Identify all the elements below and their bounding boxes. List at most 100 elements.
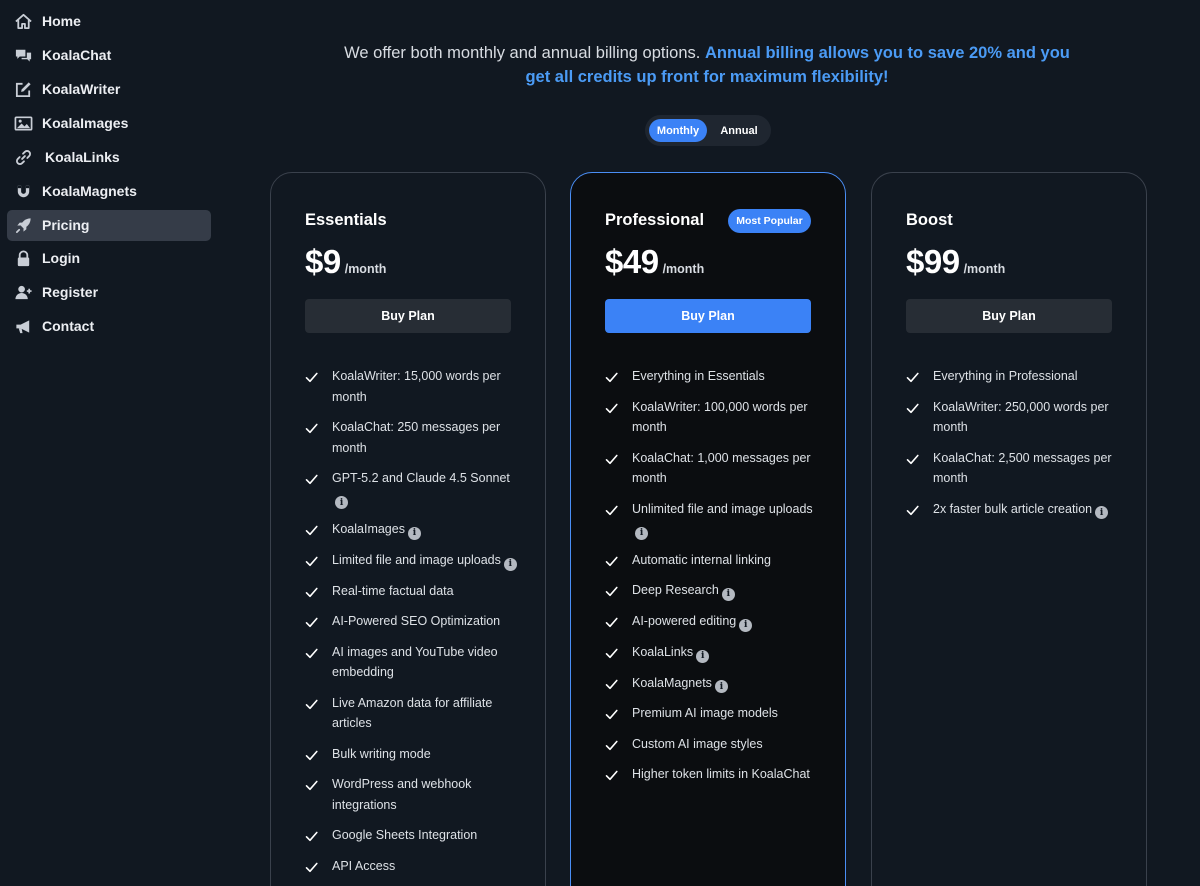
feature-text: KoalaWriter: 100,000 words per month [632, 399, 808, 435]
feature-text: 2x faster bulk article creation [933, 501, 1093, 516]
feature-item: AI-Powered SEO Optimization [305, 611, 520, 632]
magnet-icon [17, 185, 30, 198]
check-icon [605, 503, 618, 516]
rocket-icon [15, 218, 31, 234]
feature-text: Automatic internal linking [632, 552, 771, 567]
billing-toggle: Monthly Annual [645, 115, 771, 146]
info-icon[interactable]: i [335, 496, 348, 510]
feature-text: KoalaImages [332, 522, 405, 537]
sidebar-item-koalaimages[interactable]: KoalaImages [7, 108, 211, 139]
sidebar-item-koalalinks[interactable]: KoalaLinks [7, 142, 211, 173]
feature-item: Premium AI image models [605, 703, 820, 724]
feature-item: Everything in Professional [906, 366, 1121, 387]
check-icon [605, 584, 618, 597]
info-icon[interactable]: i [503, 557, 517, 571]
feature-item: KoalaLinks i [605, 642, 820, 663]
chat-icon [15, 49, 32, 62]
feature-text: AI images and YouTube video embedding [332, 644, 498, 680]
feature-text: Live Amazon data for affiliate articles [332, 695, 493, 731]
feature-item: Custom AI image styles [605, 734, 820, 755]
check-icon [305, 472, 318, 485]
info-icon[interactable]: i [696, 649, 710, 663]
check-icon [605, 452, 618, 465]
sidebar-item-koalachat[interactable]: KoalaChat [7, 40, 211, 71]
check-icon [906, 503, 919, 516]
feature-item: API Access [305, 856, 520, 877]
info-icon[interactable]: i [407, 527, 421, 540]
check-icon [305, 860, 318, 873]
feature-item: KoalaWriter: 100,000 words per month [605, 397, 820, 438]
info-icon[interactable]: i [721, 588, 735, 601]
sidebar-item-label: KoalaMagnets [42, 183, 137, 199]
megaphone-icon [16, 320, 30, 334]
annual-toggle-button[interactable]: Annual [711, 119, 767, 142]
feature-text: Limited file and image uploads [332, 553, 501, 567]
feature-item: GPT-5.2 and Claude 4.5 Sonnet i [305, 468, 520, 510]
sidebar-item-contact[interactable]: Contact [7, 311, 211, 342]
sidebar-item-login[interactable]: Login [7, 243, 211, 274]
plan-name: Essentials [305, 211, 387, 229]
buy-plan-button[interactable]: Buy Plan [906, 299, 1112, 333]
sidebar-item-label: Pricing [42, 217, 90, 233]
feature-list: KoalaWriter: 15,000 words per month Koala… [305, 366, 520, 886]
sidebar-item-koalamagnets[interactable]: KoalaMagnets [7, 176, 211, 207]
sidebar-item-register[interactable]: Register [7, 277, 211, 308]
feature-item: KoalaChat: 1,000 messages per month [605, 448, 820, 489]
feature-item: Real-time factual data [305, 581, 520, 602]
feature-item: KoalaMagnets i [605, 673, 820, 694]
check-icon [605, 554, 618, 567]
check-icon [605, 768, 618, 781]
check-icon [305, 585, 318, 598]
sidebar-item-koalawriter[interactable]: KoalaWriter [7, 74, 211, 105]
price-period: /month [662, 262, 705, 276]
feature-text: Custom AI image styles [632, 736, 763, 751]
sidebar-item-label: Contact [42, 318, 95, 334]
feature-text: Premium AI image models [632, 706, 778, 721]
feature-text: KoalaWriter: 15,000 words per month [332, 369, 501, 404]
plan-card-boost: Boost $99 /month Buy Plan Everything in … [871, 172, 1147, 886]
price-period: /month [963, 262, 1006, 276]
check-icon [305, 748, 318, 761]
feature-item: KoalaImages i [305, 519, 520, 540]
sidebar-item-label: Register [42, 284, 99, 300]
feature-text: KoalaWriter: 250,000 words per month [933, 399, 1109, 435]
feature-text: KoalaChat: 250 messages per month [332, 420, 501, 455]
info-icon[interactable]: i [1095, 506, 1109, 520]
info-icon[interactable]: i [714, 680, 728, 694]
feature-text: KoalaChat: 2,500 messages per month [933, 450, 1112, 486]
info-icon[interactable]: i [635, 526, 648, 540]
billing-intro: We offer both monthly and annual billing… [340, 41, 1074, 89]
sidebar-item-pricing[interactable]: Pricing [7, 210, 211, 241]
feature-item: 2x faster bulk article creation i [906, 499, 1121, 520]
plan-name: Professional [605, 211, 705, 229]
feature-text: API Access [332, 858, 396, 873]
price-amount: $49 [605, 243, 659, 280]
buy-plan-button[interactable]: Buy Plan [605, 299, 811, 333]
feature-item: Higher token limits in KoalaChat [605, 764, 820, 785]
sidebar-item-home[interactable]: Home [7, 6, 211, 37]
check-icon [305, 829, 318, 842]
lock-icon [17, 250, 30, 267]
plan-card-essentials: Essentials $9 /month Buy Plan KoalaWrite… [270, 172, 546, 886]
feature-item: Bulk writing mode [305, 744, 520, 765]
feature-text: Google Sheets Integration [332, 828, 478, 843]
feature-text: Bulk writing mode [332, 746, 431, 761]
plan-price: $9 /month [305, 243, 386, 281]
feature-text: Real-time factual data [332, 583, 454, 598]
sidebar-item-label: Login [42, 250, 81, 266]
plan-name: Boost [906, 211, 953, 229]
plan-price: $99 /month [906, 243, 1005, 281]
check-icon [305, 646, 318, 659]
feature-text: WordPress and webhook integrations [332, 777, 472, 812]
info-icon[interactable]: i [739, 618, 753, 632]
buy-plan-button[interactable]: Buy Plan [305, 299, 511, 333]
feature-item: KoalaWriter: 15,000 words per month [305, 366, 520, 407]
feature-text: Unlimited file and image uploads [632, 501, 813, 516]
plan-price: $49 /month [605, 243, 704, 281]
check-icon [906, 452, 919, 465]
monthly-toggle-button[interactable]: Monthly [649, 119, 707, 142]
check-icon [305, 421, 318, 434]
edit-icon [15, 82, 31, 98]
feature-text: Higher token limits in KoalaChat [632, 767, 810, 782]
feature-item: Everything in Essentials [605, 366, 820, 387]
